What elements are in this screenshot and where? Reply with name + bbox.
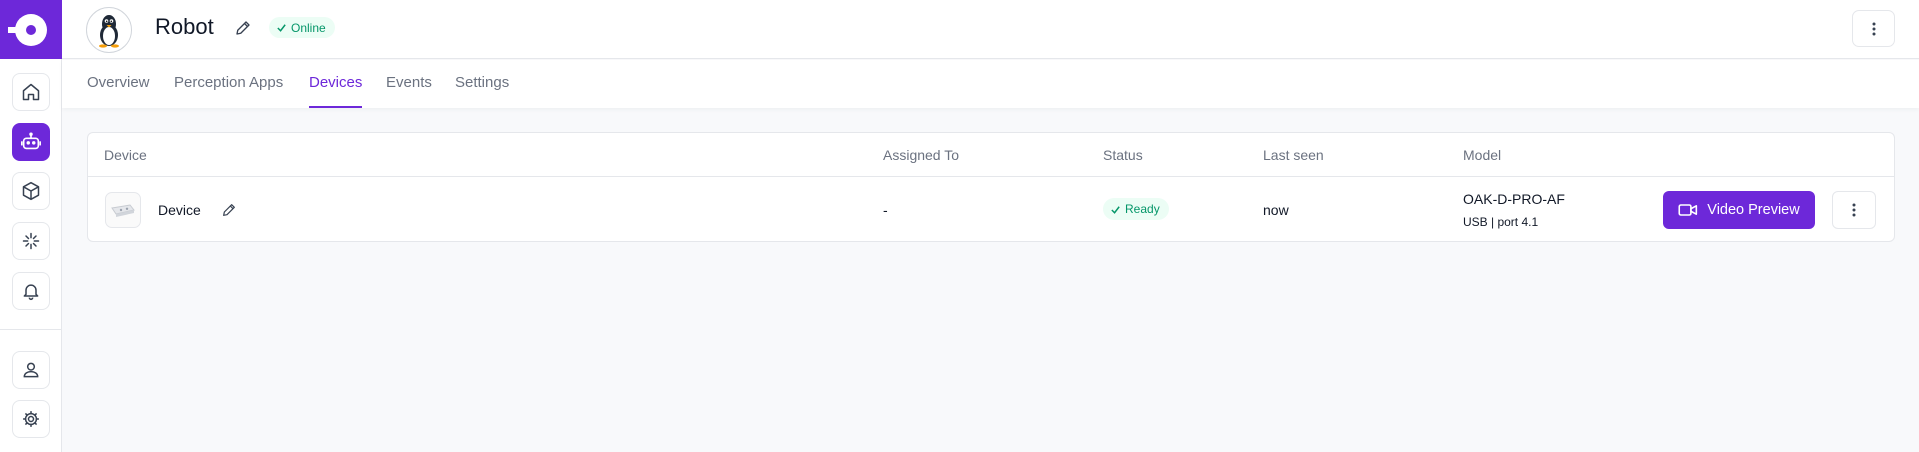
column-device: Device — [104, 147, 147, 163]
sparkle-icon — [22, 232, 40, 250]
logo[interactable] — [0, 0, 62, 59]
status-badge: Online — [269, 17, 335, 38]
sidebar-divider — [0, 329, 62, 330]
sidebar-item-notifications[interactable] — [12, 272, 50, 310]
device-menu-button[interactable] — [1832, 191, 1876, 229]
user-icon — [23, 362, 39, 378]
column-status: Status — [1103, 147, 1143, 163]
linux-penguin-icon — [99, 15, 119, 48]
status-badge-label: Online — [291, 20, 326, 35]
video-preview-button[interactable]: Video Preview — [1663, 191, 1815, 229]
logo-icon — [8, 13, 47, 46]
bell-icon — [23, 284, 39, 301]
check-icon — [1111, 205, 1120, 214]
assigned-to-value: - — [883, 202, 888, 218]
tab-settings[interactable]: Settings — [455, 74, 509, 108]
sidebar — [0, 0, 62, 452]
robot-name: Robot — [155, 14, 214, 39]
tab-devices[interactable]: Devices — [309, 74, 363, 108]
last-seen-value: now — [1263, 202, 1289, 218]
edit-device-button[interactable] — [219, 200, 239, 220]
device-thumbnail — [105, 192, 141, 228]
sidebar-item-packages[interactable] — [12, 172, 50, 210]
connection-value: USB | port 4.1 — [1463, 215, 1539, 229]
pencil-icon — [236, 21, 250, 35]
gear-icon — [23, 411, 39, 427]
sidebar-item-perception[interactable] — [12, 222, 50, 260]
page-header: Robot Online — [62, 0, 1919, 59]
device-name: Device — [158, 202, 201, 218]
sidebar-item-settings[interactable] — [12, 400, 50, 438]
camera-device-icon — [111, 204, 135, 217]
column-model: Model — [1463, 147, 1502, 163]
robot-menu-button[interactable] — [1852, 10, 1895, 47]
tab-bar: Overview Perception Apps Devices Events … — [62, 60, 1919, 108]
sidebar-item-account[interactable] — [12, 351, 50, 389]
tab-overview[interactable]: Overview — [87, 74, 150, 108]
pencil-icon — [223, 204, 235, 216]
more-vertical-icon — [1852, 203, 1856, 217]
home-icon — [22, 83, 40, 101]
devices-table: Device Assigned To Status Last seen Mode… — [87, 132, 1895, 242]
column-assigned-to: Assigned To — [883, 147, 960, 163]
video-camera-icon — [1678, 204, 1698, 216]
more-vertical-icon — [1872, 22, 1875, 35]
edit-name-button[interactable] — [232, 17, 254, 39]
cube-icon — [22, 181, 40, 201]
model-value: OAK-D-PRO-AF — [1463, 191, 1565, 207]
video-preview-label: Video Preview — [1707, 202, 1800, 218]
column-last-seen: Last seen — [1263, 147, 1324, 163]
robot-icon — [21, 132, 41, 150]
sidebar-item-home[interactable] — [12, 73, 50, 111]
table-header: Device Assigned To Status Last seen Mode… — [88, 133, 1894, 177]
device-status-badge: Ready — [1103, 198, 1169, 220]
tab-events[interactable]: Events — [386, 74, 432, 108]
sidebar-item-robots[interactable] — [12, 123, 50, 161]
robot-avatar — [86, 7, 132, 53]
device-status-label: Ready — [1125, 202, 1160, 216]
tab-perception-apps[interactable]: Perception Apps — [174, 74, 283, 108]
check-icon — [277, 24, 286, 32]
